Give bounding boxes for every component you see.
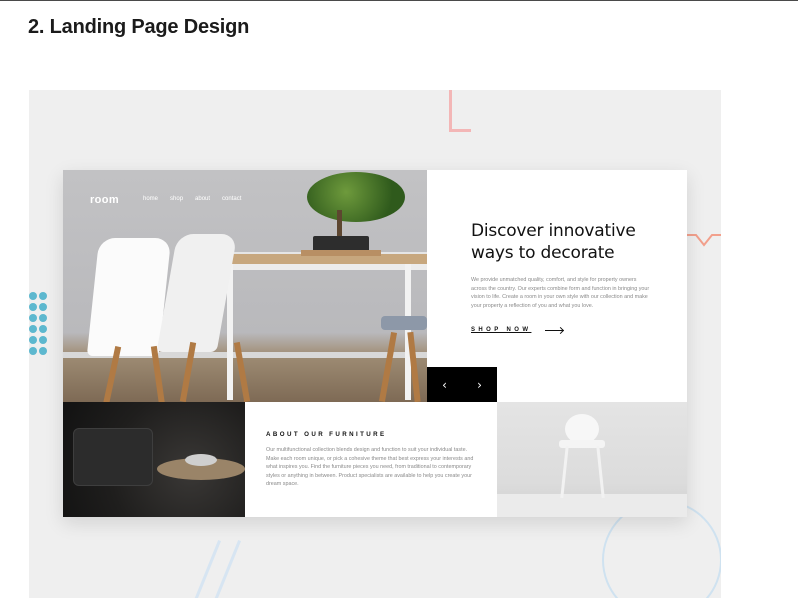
main-nav: home shop about contact [143,196,241,202]
section-heading: 2. Landing Page Design [28,16,250,38]
grey-chair-seat [381,316,427,330]
about-title: ABOUT OUR FURNITURE [266,431,387,438]
table-apron [223,264,427,270]
decorative-dot-grid [29,292,47,358]
hero-headline-line: Discover innovative [471,221,636,241]
white-chair-leg [560,445,569,499]
hero-copy: Discover innovative ways to decorate We … [471,220,661,310]
white-floor [497,494,687,517]
preview-stage: room home shop about contact ‹ › Discove… [29,90,721,598]
top-divider [0,0,798,1]
hero-headline-line: ways to decorate [471,243,615,263]
arrow-right-icon [545,329,564,331]
nav-link-about[interactable]: about [195,196,210,202]
about-section: ABOUT OUR FURNITURE Our multifunctional … [245,402,497,517]
nav-link-contact[interactable]: contact [222,196,241,202]
hero-headline: Discover innovative ways to decorate [471,220,661,264]
hero-image: room home shop about contact [63,170,427,402]
white-chair-image [497,402,687,517]
decor-bowl [185,454,217,466]
dark-interior-image [63,402,245,517]
shop-now-label: SHOP NOW [471,327,532,333]
bonsai-trunk [337,210,342,238]
nav-link-shop[interactable]: shop [170,196,183,202]
slider-controls: ‹ › [427,367,497,402]
prev-arrow-icon[interactable]: ‹ [427,367,462,402]
white-chair-leg [596,445,605,499]
next-arrow-icon[interactable]: › [462,367,497,402]
decorative-l-shape [449,90,471,132]
bonsai-tray [301,250,381,256]
decorative-zigzag [686,234,721,247]
shop-now-link[interactable]: SHOP NOW [471,327,564,333]
site-logo[interactable]: room [90,194,119,206]
decorative-slash [191,539,222,598]
landing-page-mockup: room home shop about contact ‹ › Discove… [63,170,687,517]
bonsai-foliage [307,172,405,222]
hero-body: We provide unmatched quality, comfort, a… [471,277,650,309]
about-body: Our multifunctional collection blends de… [266,447,474,488]
nav-link-home[interactable]: home [143,196,158,202]
dark-armchair [73,428,153,486]
